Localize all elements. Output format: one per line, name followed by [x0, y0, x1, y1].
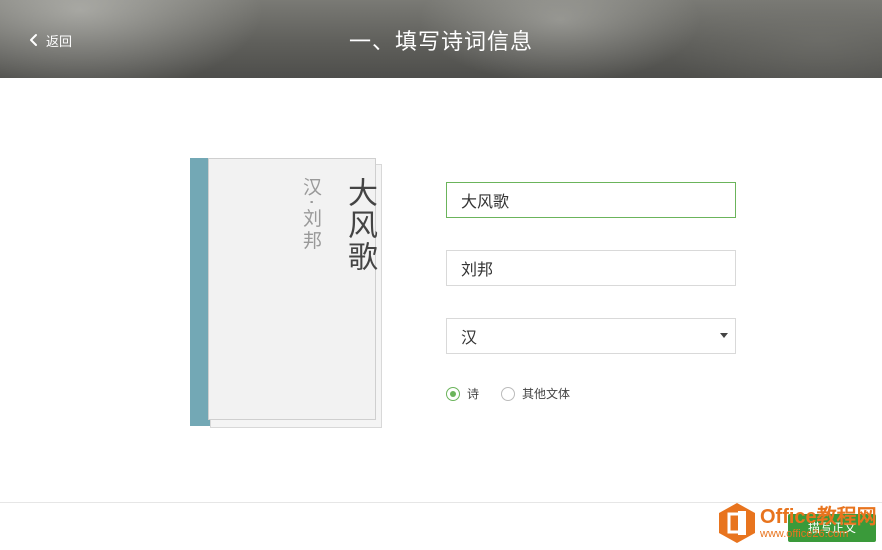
- watermark-title: Office教程网: [760, 505, 877, 528]
- book-author: 汉·刘邦: [300, 177, 322, 253]
- radio-dot: [501, 386, 516, 401]
- genre-radio-group: 诗 其他文体: [446, 385, 592, 402]
- dynasty-select-value: 汉: [446, 318, 736, 354]
- page-title: 一、填写诗词信息: [348, 30, 533, 55]
- book-preview: 大风歌 汉·刘邦: [190, 158, 382, 428]
- radio-label: 其他文体: [522, 387, 571, 401]
- book-spine: [190, 158, 210, 426]
- watermark-url: www.office26.com: [760, 527, 849, 540]
- dropdown-caret-icon: [720, 333, 728, 338]
- book-cover: 大风歌 汉·刘邦: [208, 158, 377, 420]
- dynasty-select[interactable]: 汉: [446, 318, 736, 354]
- book-title: 大风歌: [342, 177, 377, 273]
- author-input[interactable]: [446, 250, 736, 286]
- office-logo-icon: [719, 503, 755, 543]
- poem-title-input[interactable]: [446, 182, 736, 218]
- radio-other-genre[interactable]: 其他文体: [501, 385, 570, 402]
- radio-dot-checked: [446, 386, 460, 401]
- header-bar: 返回 一、填写诗词信息: [0, 0, 882, 78]
- radio-poem[interactable]: 诗: [446, 385, 479, 402]
- radio-label: 诗: [467, 387, 480, 401]
- watermark: Office教程网 www.office26.com: [718, 500, 877, 546]
